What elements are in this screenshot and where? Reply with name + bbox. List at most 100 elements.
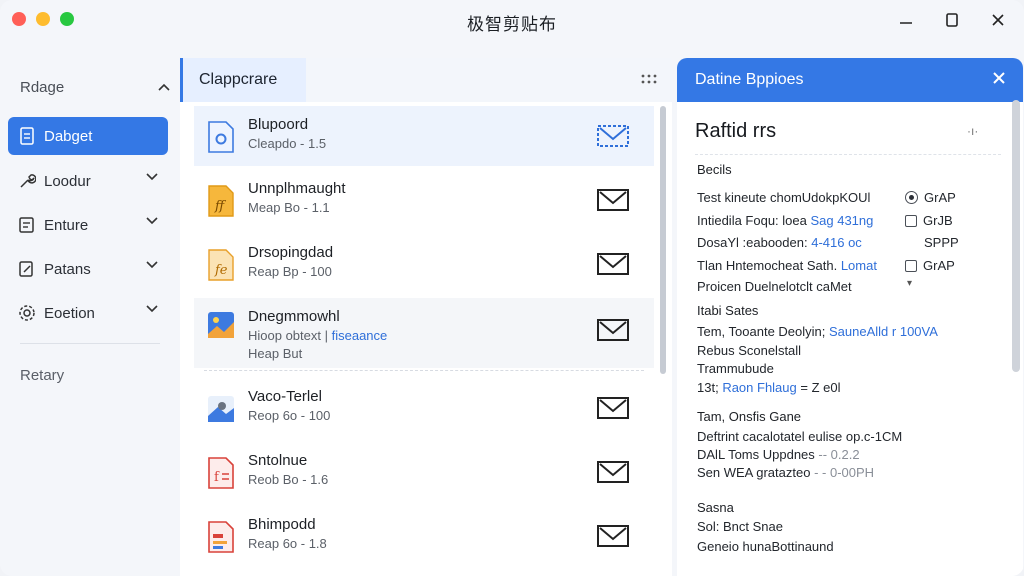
list-item[interactable]: fe Drsopingdad Reap Bp - 100	[194, 234, 654, 294]
row-subtitle-secondary: Heap But	[248, 346, 303, 361]
dropdown-caret-icon[interactable]: ▾	[907, 278, 912, 289]
row-title: Blupoord	[248, 116, 309, 133]
detail-line: Deftrint cacalotatel eulise op.c-1CM	[697, 429, 903, 444]
list-item[interactable]: ff Unnplhmaught Meap Bo - 1.1	[194, 170, 654, 230]
maximize-icon	[946, 13, 958, 27]
details-scrollbar[interactable]	[1012, 100, 1020, 372]
list-item[interactable]: Bhimpodd Reap 6o - 1.8	[194, 506, 654, 566]
row-subtitle: Meap Bo - 1.1	[248, 200, 330, 215]
grid-icon[interactable]	[640, 72, 658, 88]
radio-icon	[905, 191, 918, 204]
paste-icon[interactable]	[596, 394, 630, 422]
sidebar-header-label: Rdage	[20, 78, 65, 96]
sidebar-header[interactable]: Rdage	[20, 74, 170, 100]
option-radio[interactable]: GrAP	[905, 190, 956, 205]
paste-icon[interactable]	[596, 522, 630, 550]
detail-line-value: -- 0.2.2	[818, 447, 860, 462]
detail-line: Rebus Sconelstall	[697, 343, 802, 358]
checkbox-icon	[905, 214, 917, 227]
list-item[interactable]: Blupoord Cleapdo - 1.5	[194, 106, 654, 166]
close-button[interactable]	[984, 8, 1012, 32]
option-label: GrJB	[923, 213, 953, 228]
detail-line: Sen WEA gratazteo - - 0-00PH	[697, 465, 874, 480]
row-subtitle: Reap 6o - 1.8	[248, 536, 327, 551]
sidebar-item-patans[interactable]: Patans	[8, 250, 168, 288]
row-subtitle: Hioop obtext | fiseaance	[248, 328, 387, 343]
paste-icon[interactable]	[596, 250, 630, 278]
sidebar-item-label: Enture	[44, 216, 89, 234]
image-icon	[208, 396, 234, 422]
sidebar-divider	[20, 343, 160, 344]
section-heading: Tam, Onsfis Gane	[697, 409, 802, 424]
detail-line: Tem, Tooante Deolyin; SauneAlld r 100VA	[697, 324, 938, 339]
details-menu-icon[interactable]: ·ı·	[967, 124, 978, 138]
detail-line-text: Intiedila Foqu: loea	[697, 213, 807, 228]
paste-icon[interactable]	[596, 458, 630, 486]
sidebar-item-loodur[interactable]: Loodur	[8, 162, 168, 200]
detail-line: Trammubude	[697, 361, 774, 376]
option-checkbox[interactable]: GrJB	[905, 213, 953, 228]
row-title: Bhimpodd	[248, 516, 316, 533]
detail-line: DosaYl :eabooden: 4-416 oc	[697, 235, 862, 250]
minimize-icon	[900, 22, 912, 24]
paste-icon[interactable]	[596, 186, 630, 214]
list-item[interactable]: f Sntolnue Reob Bo - 1.6	[194, 442, 654, 502]
detail-line-link[interactable]: Lomat	[841, 258, 877, 273]
chevron-down-icon	[146, 261, 158, 269]
detail-line: Sol: Bnct Snae	[697, 519, 783, 534]
close-icon[interactable]	[991, 70, 1007, 86]
detail-line-text: Sen WEA gratazteo	[697, 465, 811, 480]
sidebar-footer-item[interactable]: Retary	[20, 367, 64, 384]
section-heading: Sasna	[697, 500, 734, 515]
sidebar-item-label: Dabget	[44, 127, 93, 145]
maximize-button[interactable]	[938, 8, 966, 32]
row-subtitle: Reap Bp - 100	[248, 264, 332, 279]
sidebar: Rdage Dabget Loodur Enture Patans Eoetio…	[0, 60, 176, 576]
detail-line-tail: = Z e0l	[800, 380, 841, 395]
option-label: GrAP	[924, 190, 956, 205]
list-header: Clappcrare	[180, 58, 672, 102]
detail-line: Proicen Duelnelotclt caMet	[697, 279, 852, 294]
row-title: Dnegmmowhl	[248, 308, 340, 325]
row-subtitle: Cleapdo - 1.5	[248, 136, 327, 151]
detail-line-link[interactable]: Raon Fhlaug	[722, 380, 796, 395]
minimize-button[interactable]	[892, 8, 920, 32]
detail-line-text: Tlan Hntemocheat Sath.	[697, 258, 838, 273]
red-doc-icon: f	[208, 457, 234, 489]
option-label: SPPP	[924, 235, 959, 250]
detail-line: Tlan Hntemocheat Sath. Lomat	[697, 258, 877, 273]
app-window: 极智剪贴布 Rdage Dabget Loodur Enture Patans …	[0, 0, 1024, 576]
svg-text:fe: fe	[214, 263, 228, 278]
detail-line: Intiedila Foqu: loea Sag 431ng	[697, 213, 873, 228]
sidebar-item-eoetion[interactable]: Eoetion	[8, 294, 168, 332]
sidebar-item-label: Loodur	[44, 172, 91, 190]
row-title: Vaco-Terlel	[248, 388, 322, 405]
sidebar-item-enture[interactable]: Enture	[8, 206, 168, 244]
chevron-up-icon	[158, 83, 170, 91]
details-panel: Datine Bppioes Raftid rrs ·ı· Becils Tes…	[677, 58, 1023, 576]
section-heading: Itabi Sates	[697, 303, 759, 318]
clipboard-list-pane: Clappcrare Blupoord Cleapdo - 1.5 ff Unn…	[180, 58, 672, 576]
orange-doc-icon: fe	[208, 249, 234, 281]
tab-clipboard[interactable]: Clappcrare	[180, 58, 306, 102]
details-header: Datine Bppioes	[677, 58, 1023, 102]
sidebar-item-dabget[interactable]: Dabget	[8, 117, 168, 155]
detail-line-text: 13t;	[697, 380, 719, 395]
row-title: Drsopingdad	[248, 244, 334, 261]
paste-icon[interactable]	[596, 316, 630, 344]
row-subtitle-link[interactable]: fiseaance	[332, 328, 388, 343]
list-item[interactable]: Vaco-Terlel Reop 6o - 100	[194, 378, 654, 438]
row-subtitle: Reop 6o - 100	[248, 408, 331, 423]
section-heading: Becils	[697, 162, 732, 177]
paste-icon[interactable]	[596, 122, 630, 150]
list-scrollbar[interactable]	[660, 106, 666, 374]
chevron-down-icon	[146, 305, 158, 313]
details-header-title: Datine Bppioes	[695, 71, 804, 88]
option-text: SPPP	[924, 235, 959, 250]
wrench-icon	[18, 172, 36, 190]
list-item[interactable]: Dnegmmowhl Hioop obtext | fiseaance Heap…	[194, 298, 654, 368]
option-checkbox[interactable]: GrAP	[905, 258, 955, 273]
row-subtitle: Reob Bo - 1.6	[248, 472, 329, 487]
document-edit-icon	[18, 260, 36, 278]
detail-line-value: Sag 431ng	[810, 213, 874, 228]
